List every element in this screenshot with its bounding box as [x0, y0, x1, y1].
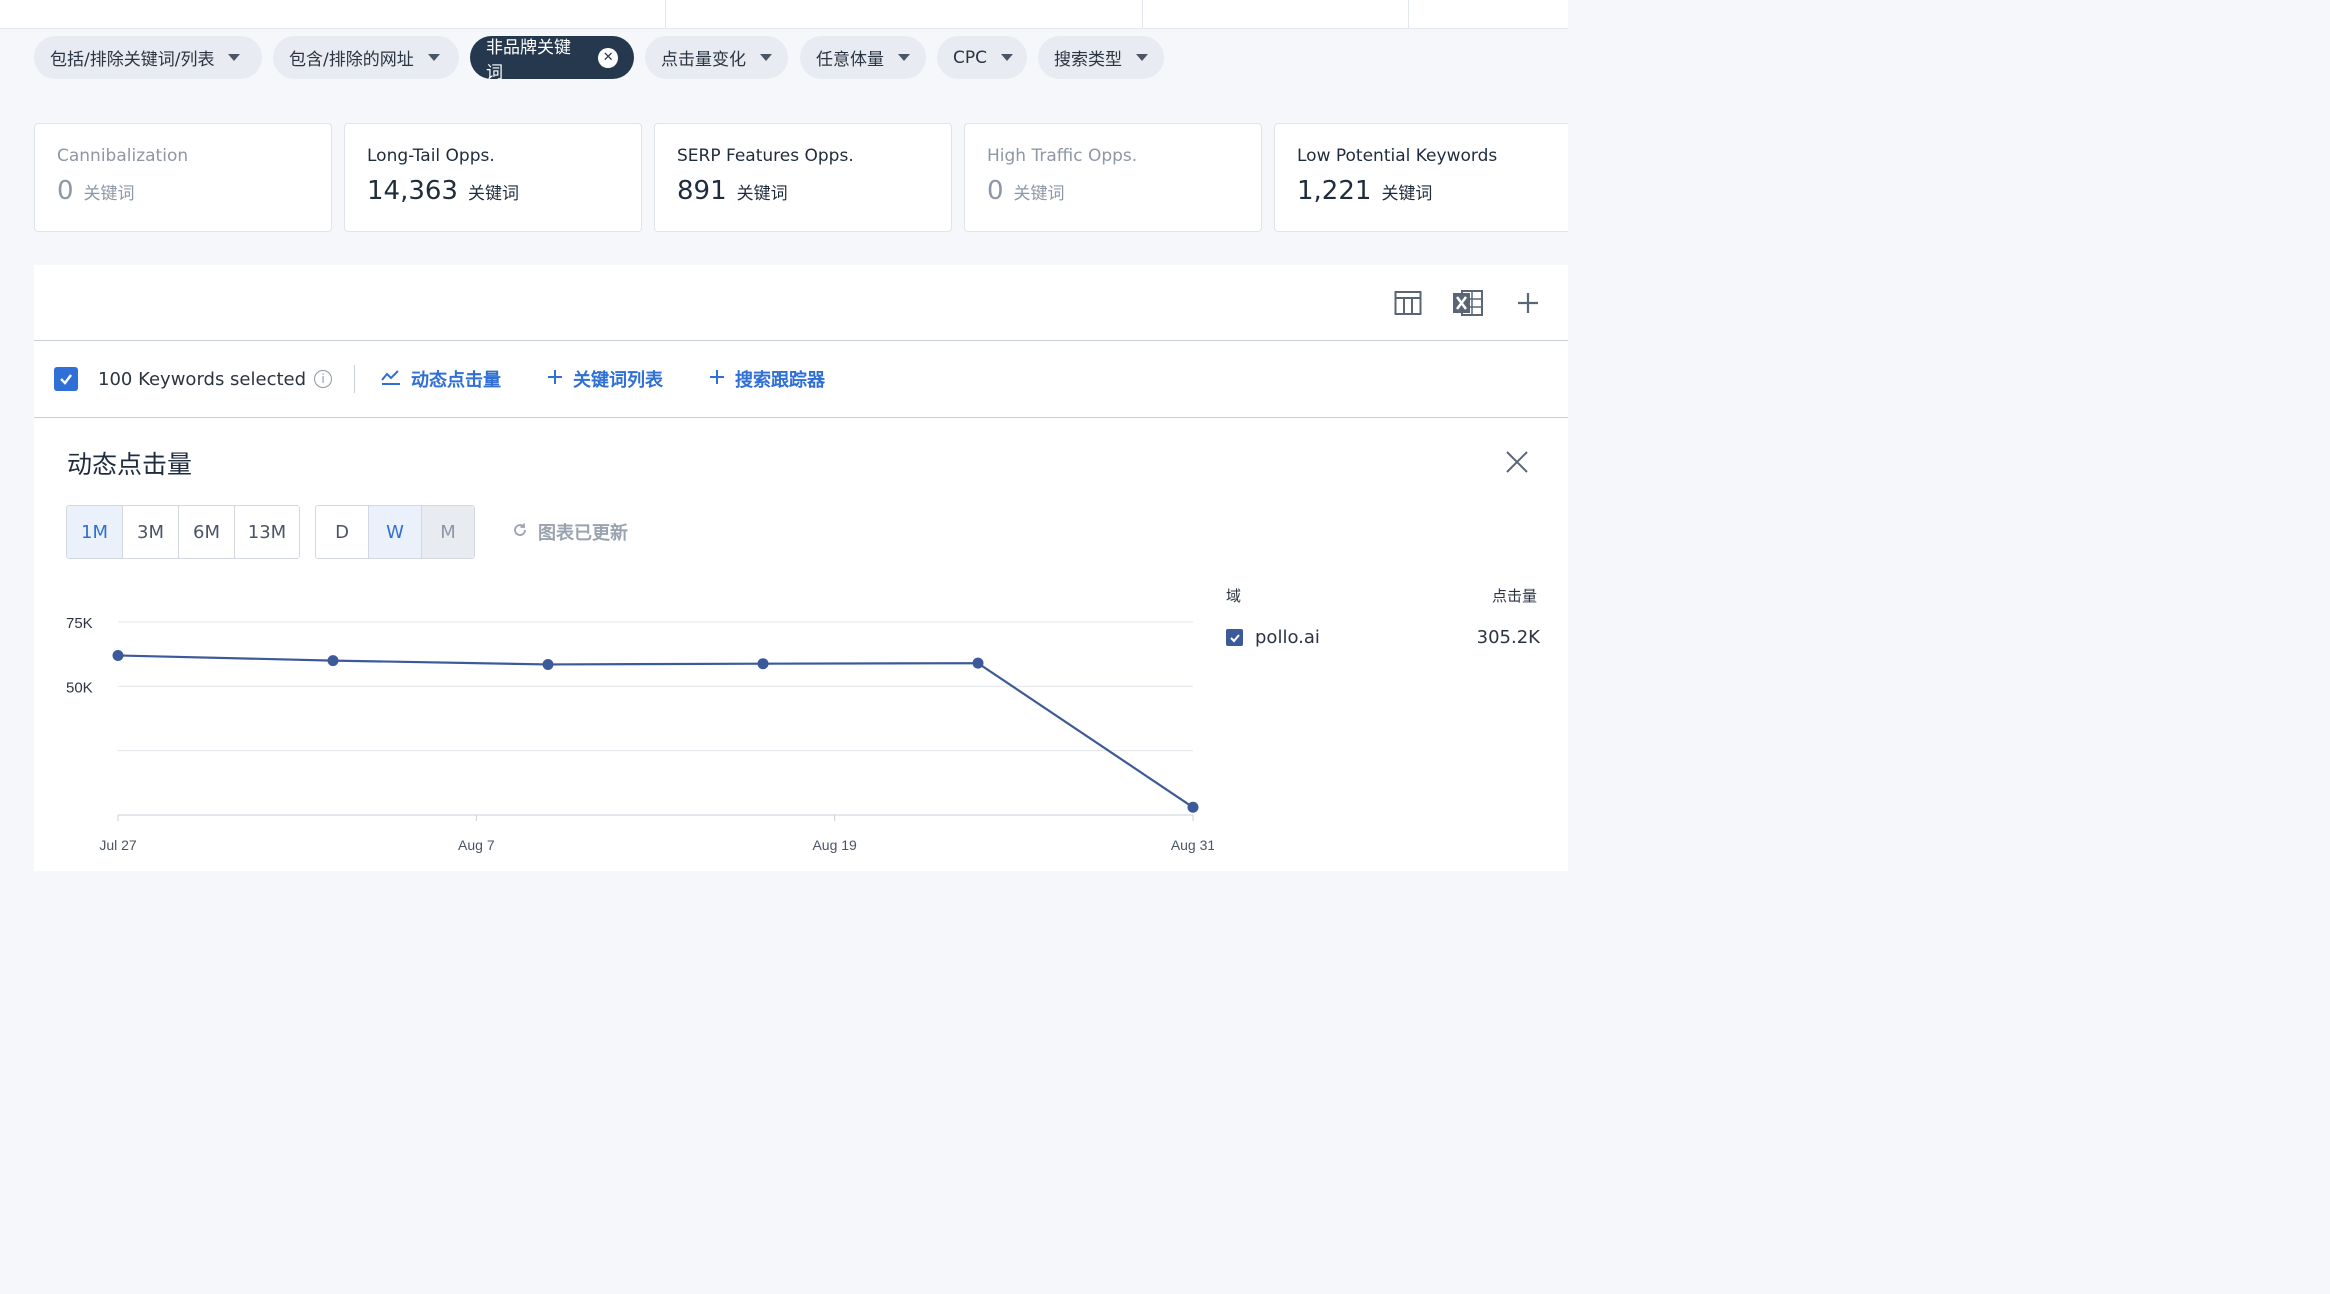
y-tick-label: 75K: [66, 615, 93, 632]
y-tick-label: 50K: [66, 679, 93, 696]
legend-checkbox[interactable]: [1226, 629, 1243, 646]
x-tick-label: Aug 31: [1171, 837, 1214, 853]
card-title: High Traffic Opps.: [987, 146, 1138, 166]
trend-line-icon: [381, 368, 401, 391]
card-value: 14,363: [367, 176, 458, 206]
filter-keywords-include-exclude[interactable]: 包括/排除关键词/列表: [34, 36, 262, 79]
card-high-traffic-opps[interactable]: High Traffic Opps. 0 关键词: [964, 123, 1262, 232]
card-title: SERP Features Opps.: [677, 146, 854, 166]
select-all-checkbox[interactable]: [54, 367, 78, 391]
data-point: [757, 658, 769, 670]
data-point: [1187, 801, 1199, 813]
filter-volume[interactable]: 任意体量: [800, 36, 926, 79]
granularity-selector: D W M: [315, 505, 475, 559]
range-selector: 1M 3M 6M 13M: [66, 505, 300, 559]
card-long-tail-opps[interactable]: Long-Tail Opps. 14,363 关键词: [344, 123, 642, 232]
chart-title: 动态点击量: [67, 450, 193, 479]
filter-label: 点击量变化: [661, 50, 746, 70]
legend-domain-name: pollo.ai: [1255, 627, 1320, 648]
granularity-day-button[interactable]: D: [316, 506, 369, 558]
excel-export-icon[interactable]: [1452, 287, 1484, 319]
range-13m-button[interactable]: 13M: [235, 506, 299, 558]
top-bar: [0, 0, 1568, 29]
selected-count-text: 100 Keywords selected: [98, 368, 307, 390]
card-cannibalization[interactable]: Cannibalization 0 关键词: [34, 123, 332, 232]
panel-toolbar: [1392, 287, 1544, 319]
add-to-search-tracker-button[interactable]: 搜索跟踪器: [709, 366, 825, 392]
filter-url-include-exclude[interactable]: 包含/排除的网址: [273, 36, 459, 79]
dynamic-clicks-button[interactable]: 动态点击量: [381, 366, 501, 392]
filter-label: 包括/排除关键词/列表: [50, 50, 215, 70]
data-point: [112, 649, 124, 661]
legend-clicks-header: 点击量: [1492, 587, 1538, 605]
info-icon[interactable]: i: [314, 370, 333, 388]
filter-label: CPC: [953, 47, 987, 68]
legend-domain-header: 域: [1226, 587, 1242, 605]
legend-item[interactable]: pollo.ai 305.2K: [1226, 627, 1540, 648]
series-line: [117, 654, 1194, 809]
data-point: [972, 657, 984, 669]
card-title: Low Potential Keywords: [1297, 146, 1498, 166]
divider: [34, 417, 1568, 418]
card-unit: 关键词: [1381, 184, 1433, 204]
top-bar-divider: [1142, 0, 1143, 28]
card-value: 891: [677, 176, 727, 206]
top-bar-divider: [1408, 0, 1409, 28]
clicks-line-chart: 75K 50K Jul 27 Aug 7 Aug 19 Aug 31: [66, 615, 1214, 853]
card-value: 1,221: [1297, 176, 1372, 206]
updated-text: 图表已更新: [538, 523, 628, 544]
filter-cpc[interactable]: CPC: [937, 36, 1027, 79]
plus-icon: [709, 369, 725, 390]
range-1m-button[interactable]: 1M: [67, 506, 123, 558]
data-point: [327, 655, 339, 667]
card-unit: 关键词: [467, 184, 519, 204]
plus-icon: [547, 369, 563, 390]
divider: [354, 365, 356, 393]
x-tick-label: Jul 27: [99, 837, 137, 853]
card-serp-features-opps[interactable]: SERP Features Opps. 891 关键词: [654, 123, 952, 232]
chart-updated-status: 图表已更新: [512, 519, 628, 545]
filter-non-brand-keywords[interactable]: 非品牌关键词 ✕: [470, 36, 634, 83]
action-label: 关键词列表: [573, 370, 664, 391]
filter-label: 非品牌关键词: [486, 37, 571, 83]
caret-down-icon: [760, 54, 772, 61]
card-value: 0: [987, 176, 1004, 206]
refresh-icon: [512, 522, 528, 543]
x-tick-label: Aug 7: [458, 837, 495, 853]
keywords-panel: 100 Keywords selected i 动态点击量 关键词列表 搜索跟踪…: [34, 265, 1568, 871]
card-unit: 关键词: [736, 184, 788, 204]
card-title: Long-Tail Opps.: [367, 146, 495, 166]
card-value: 0: [57, 176, 74, 206]
action-label: 搜索跟踪器: [735, 370, 826, 391]
table-columns-icon[interactable]: [1392, 287, 1424, 319]
clear-filter-icon[interactable]: ✕: [598, 47, 618, 68]
action-label: 动态点击量: [411, 370, 502, 391]
card-unit: 关键词: [83, 184, 135, 204]
caret-down-icon: [1001, 54, 1013, 61]
x-tick-label: Aug 19: [812, 837, 857, 853]
add-to-keyword-list-button[interactable]: 关键词列表: [547, 366, 663, 392]
legend-clicks-value: 305.2K: [1476, 627, 1540, 648]
range-6m-button[interactable]: 6M: [179, 506, 235, 558]
caret-down-icon: [1136, 54, 1148, 61]
filter-label: 任意体量: [816, 50, 884, 70]
caret-down-icon: [427, 54, 440, 61]
data-point: [542, 658, 554, 670]
caret-down-icon: [228, 54, 241, 61]
filter-clicks-change[interactable]: 点击量变化: [645, 36, 788, 79]
close-icon[interactable]: [1504, 449, 1530, 475]
caret-down-icon: [898, 54, 910, 61]
selection-bar: 100 Keywords selected i 动态点击量 关键词列表 搜索跟踪…: [34, 341, 1568, 417]
range-3m-button[interactable]: 3M: [123, 506, 179, 558]
granularity-month-button: M: [422, 506, 474, 558]
granularity-week-button[interactable]: W: [369, 506, 422, 558]
top-bar-divider: [665, 0, 666, 28]
card-title: Cannibalization: [57, 146, 189, 166]
filter-search-type[interactable]: 搜索类型: [1038, 36, 1164, 79]
plus-icon[interactable]: [1512, 287, 1544, 319]
card-unit: 关键词: [1013, 184, 1065, 204]
filter-label: 包含/排除的网址: [289, 50, 414, 70]
card-low-potential-keywords[interactable]: Low Potential Keywords 1,221 关键词: [1274, 123, 1568, 232]
filter-label: 搜索类型: [1054, 50, 1122, 70]
